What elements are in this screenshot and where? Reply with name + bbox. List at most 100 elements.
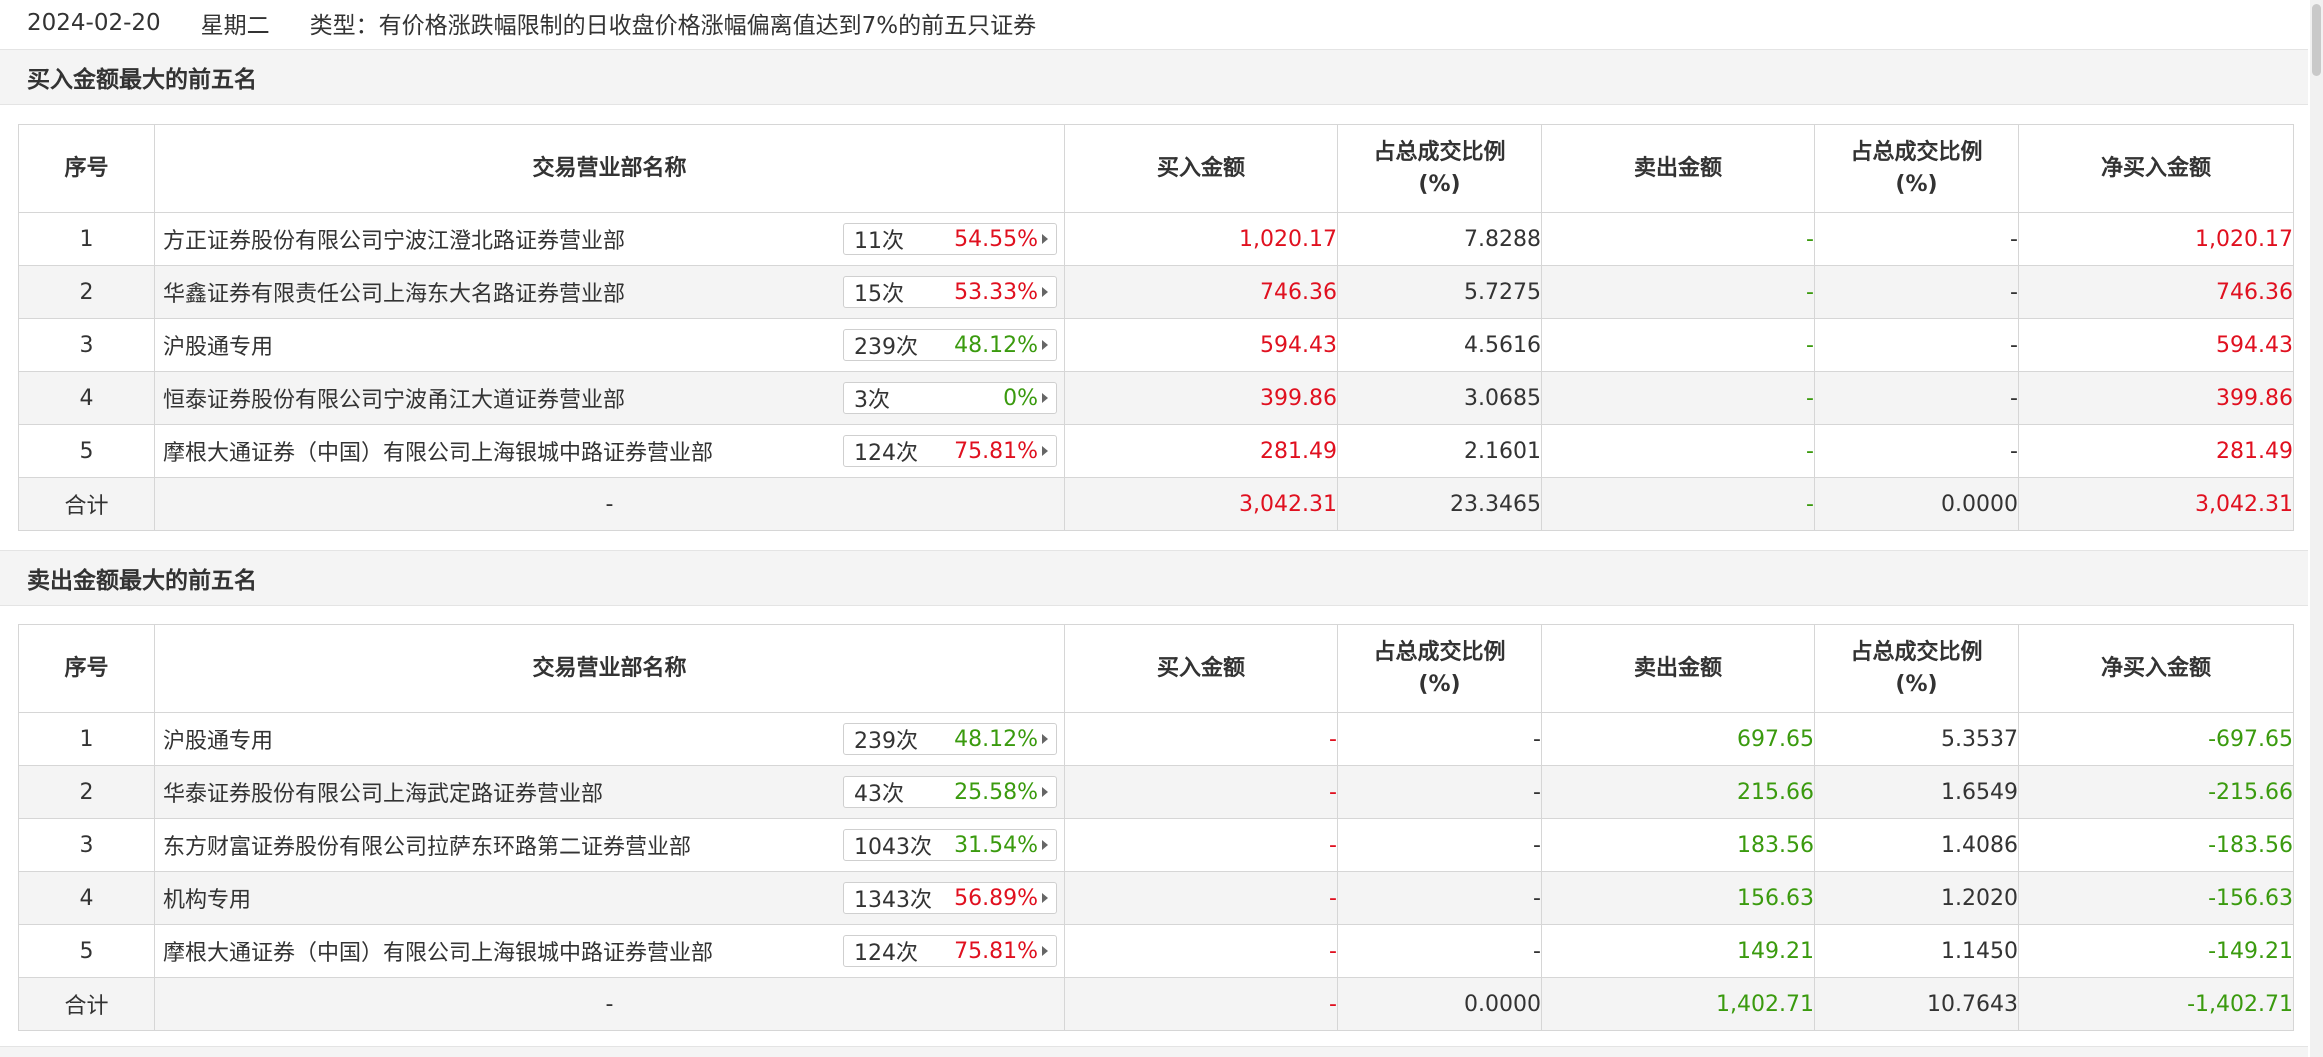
rise-probability: 75.81%	[954, 438, 1038, 464]
branch-stats-button[interactable]: 11次 54.55%	[843, 223, 1057, 255]
col-header-sell: 卖出金额	[1541, 124, 1815, 213]
rise-probability: 25.58%	[954, 779, 1038, 805]
branch-stats-button[interactable]: 43次 25.58%	[843, 776, 1057, 808]
branch-name-link[interactable]: 摩根大通证券（中国）有限公司上海银城中路证券营业部	[163, 935, 713, 967]
rise-probability: 48.12%	[954, 332, 1038, 358]
caret-right-icon	[1042, 340, 1048, 350]
sell-ratio: -	[1814, 424, 2019, 478]
row-index: 2	[18, 265, 155, 319]
list-type: 类型：有价格涨跌幅限制的日收盘价格涨幅偏离值达到7%的前五只证券	[309, 13, 1037, 39]
row-index: 1	[18, 212, 155, 266]
buy-amount: 1,020.17	[1064, 212, 1338, 266]
caret-right-icon	[1042, 893, 1048, 903]
buy-top5-table: 序号 交易营业部名称 买入金额 占总成交比例 (%) 卖出金额 占总成交比例 (…	[18, 124, 2294, 531]
rise-probability: 31.54%	[954, 832, 1038, 858]
sell-ratio: 5.3537	[1814, 712, 2019, 766]
branch-name-link[interactable]: 华泰证券股份有限公司上海武定路证券营业部	[163, 776, 603, 808]
branch-cell: 摩根大通证券（中国）有限公司上海银城中路证券营业部 124次 75.81%	[154, 924, 1065, 978]
net-amount: -215.66	[2018, 765, 2294, 819]
col-header-net: 净买入金额	[2018, 124, 2294, 213]
col-header-idx: 序号	[18, 124, 155, 213]
col-header-idx: 序号	[18, 624, 155, 713]
net-amount: 281.49	[2018, 424, 2294, 478]
row-index: 3	[18, 318, 155, 372]
total-sell-ratio: 0.0000	[1814, 477, 2019, 531]
col-header-buy: 买入金额	[1064, 124, 1338, 213]
appearance-count: 239次	[854, 335, 918, 360]
net-amount: -156.63	[2018, 871, 2294, 925]
branch-name-link[interactable]: 东方财富证券股份有限公司拉萨东环路第二证券营业部	[163, 829, 691, 861]
table-row: 4 恒泰证券股份有限公司宁波甬江大道证券营业部 3次 0% 399.86 3.0685- -…	[18, 371, 2294, 425]
branch-name-link[interactable]: 机构专用	[163, 882, 251, 914]
rise-probability: 56.89%	[954, 885, 1038, 911]
table-row: 3 沪股通专用 239次 48.12% 594.43 4.5616- -594.43	[18, 318, 2294, 372]
buy-ratio: 5.7275	[1337, 265, 1542, 319]
branch-name-link[interactable]: 沪股通专用	[163, 723, 273, 755]
buy-ratio: 3.0685	[1337, 371, 1542, 425]
net-amount: -183.56	[2018, 818, 2294, 872]
table-row: 3 东方财富证券股份有限公司拉萨东环路第二证券营业部 1043次 31.54% - -18…	[18, 818, 2294, 872]
total-buy: -	[1064, 977, 1338, 1031]
next-section-edge	[0, 1046, 2308, 1057]
branch-name-link[interactable]: 华鑫证券有限责任公司上海东大名路证券营业部	[163, 276, 625, 308]
branch-cell: 方正证券股份有限公司宁波江澄北路证券营业部 11次 54.55%	[154, 212, 1065, 266]
caret-right-icon	[1042, 734, 1048, 744]
buy-amount: -	[1064, 818, 1338, 872]
sell-amount: -	[1541, 265, 1815, 319]
trade-weekday: 星期二	[200, 13, 270, 39]
table-row: 4 机构专用 1343次 56.89% - -156.63 1.2020 -156.63	[18, 871, 2294, 925]
buy-ratio: -	[1337, 818, 1542, 872]
table-header-row: 序号 交易营业部名称 买入金额 占总成交比例 (%) 卖出金额 占总成交比例 (…	[18, 124, 2294, 213]
sell-ratio: 1.1450	[1814, 924, 2019, 978]
sell-amount: 156.63	[1541, 871, 1815, 925]
row-index: 5	[18, 924, 155, 978]
appearance-count: 1043次	[854, 835, 932, 860]
buy-amount: -	[1064, 871, 1338, 925]
sell-ratio: -	[1814, 318, 2019, 372]
total-sell: -	[1541, 477, 1815, 531]
branch-stats-button[interactable]: 15次 53.33%	[843, 276, 1057, 308]
sell-ratio: 1.4086	[1814, 818, 2019, 872]
caret-right-icon	[1042, 393, 1048, 403]
col-header-sell: 卖出金额	[1541, 624, 1815, 713]
branch-stats-button[interactable]: 1343次 56.89%	[843, 882, 1057, 914]
row-index: 4	[18, 871, 155, 925]
branch-stats-button[interactable]: 239次 48.12%	[843, 329, 1057, 361]
sell-section-title: 卖出金额最大的前五名	[0, 550, 2308, 606]
rise-probability: 0%	[1003, 385, 1038, 411]
sell-ratio: -	[1814, 265, 2019, 319]
total-buy: 3,042.31	[1064, 477, 1338, 531]
total-row: 合计 - -0.0000 1,402.71 10.7643 -1,402.71	[18, 977, 2294, 1031]
buy-amount: 399.86	[1064, 371, 1338, 425]
vertical-scrollbar[interactable]	[2310, 0, 2323, 1057]
buy-section-title-text: 买入金额最大的前五名	[27, 67, 257, 93]
caret-right-icon	[1042, 946, 1048, 956]
branch-stats-button[interactable]: 3次 0%	[843, 382, 1057, 414]
branch-name-link[interactable]: 沪股通专用	[163, 329, 273, 361]
branch-stats-button[interactable]: 1043次 31.54%	[843, 829, 1057, 861]
buy-amount: 281.49	[1064, 424, 1338, 478]
net-amount: 746.36	[2018, 265, 2294, 319]
rise-probability: 75.81%	[954, 938, 1038, 964]
sell-ratio: -	[1814, 212, 2019, 266]
branch-cell: 华鑫证券有限责任公司上海东大名路证券营业部 15次 53.33%	[154, 265, 1065, 319]
branch-stats-button[interactable]: 124次 75.81%	[843, 935, 1057, 967]
sell-ratio: 1.6549	[1814, 765, 2019, 819]
branch-stats-button[interactable]: 124次 75.81%	[843, 435, 1057, 467]
rise-probability: 48.12%	[954, 726, 1038, 752]
scrollbar-thumb[interactable]	[2312, 4, 2321, 76]
branch-stats-button[interactable]: 239次 48.12%	[843, 723, 1057, 755]
sell-amount: -	[1541, 371, 1815, 425]
branch-cell: 东方财富证券股份有限公司拉萨东环路第二证券营业部 1043次 31.54%	[154, 818, 1065, 872]
appearance-count: 239次	[854, 729, 918, 754]
appearance-count: 124次	[854, 941, 918, 966]
branch-name-link[interactable]: 方正证券股份有限公司宁波江澄北路证券营业部	[163, 223, 625, 255]
table-row: 5 摩根大通证券（中国）有限公司上海银城中路证券营业部 124次 75.81% - -14…	[18, 924, 2294, 978]
appearance-count: 15次	[854, 282, 904, 307]
buy-section-title: 买入金额最大的前五名	[0, 49, 2308, 105]
caret-right-icon	[1042, 446, 1048, 456]
col-header-name: 交易营业部名称	[154, 624, 1065, 713]
branch-name-link[interactable]: 摩根大通证券（中国）有限公司上海银城中路证券营业部	[163, 435, 713, 467]
branch-name-link[interactable]: 恒泰证券股份有限公司宁波甬江大道证券营业部	[163, 382, 625, 414]
col-header-sell-ratio: 占总成交比例 (%)	[1814, 624, 2019, 713]
